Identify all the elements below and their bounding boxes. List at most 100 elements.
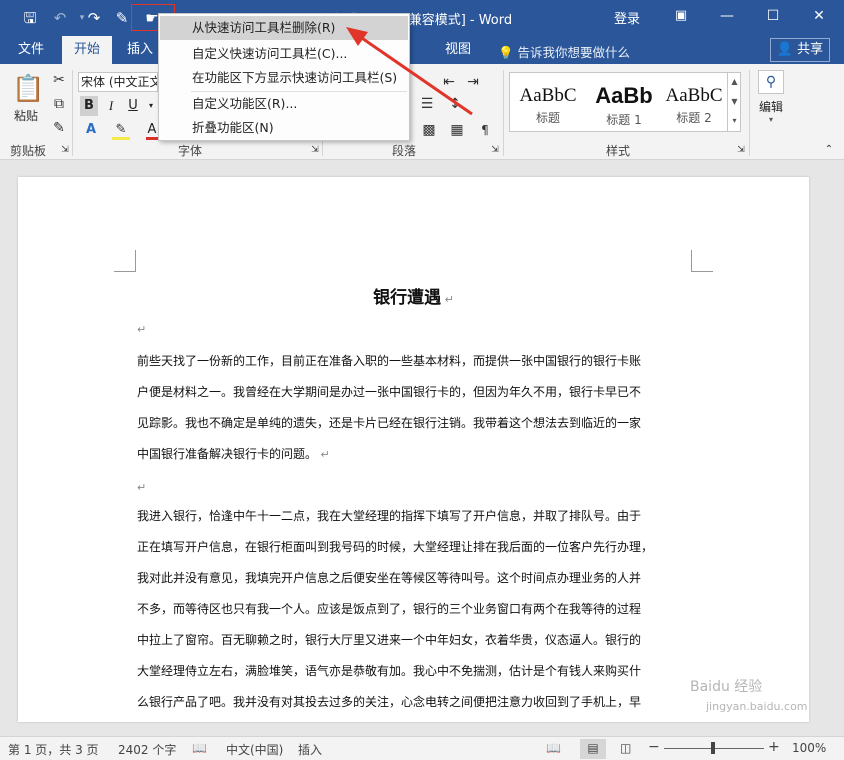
share-label: 共享: [797, 42, 824, 57]
zoom-slider-thumb[interactable]: [711, 742, 715, 754]
text-line-last: 中国银行准备解决银行卡的问题。 ↵: [137, 447, 330, 461]
styles-launcher-icon[interactable]: ⇲: [736, 144, 746, 156]
paragraph-launcher-icon[interactable]: ⇲: [490, 144, 500, 156]
minimize-button[interactable]: —: [704, 0, 750, 32]
person-icon: 👤: [776, 42, 798, 57]
style-heading-2[interactable]: AaBbC 标题 2: [656, 73, 732, 131]
style-sample: AaBbC: [519, 85, 577, 106]
paste-label[interactable]: 粘贴: [8, 106, 44, 126]
tab-file[interactable]: 文件: [8, 36, 54, 64]
lightbulb-icon: 💡: [498, 45, 518, 60]
text-line: 中拉上了窗帘。百无聊赖之时，银行大厅里又进来一个中年妇女，衣着华贵，仪态逼人。银…: [137, 633, 642, 647]
margin-corner-marker: [691, 250, 713, 272]
login-link[interactable]: 登录: [614, 8, 640, 27]
paragraph-2: 我进入银行，恰逢中午十一二点，我在大堂经理的指挥下填写了开户信息，并取了排队号。…: [137, 501, 692, 718]
close-button[interactable]: ✕: [796, 0, 842, 32]
text-line: 正在填写开户信息，在银行柜面叫到我号码的时候，大堂经理让排在我后面的一位客户先行…: [137, 540, 654, 554]
share-button[interactable]: 👤 共享: [770, 38, 830, 62]
collapse-ribbon-icon[interactable]: ⌃: [822, 144, 836, 156]
document-page[interactable]: 银行遭遇 ↵ ↵ 前些天找了一份新的工作，目前正在准备入职的一些基本材料，而提供…: [18, 177, 809, 722]
copy-icon[interactable]: ⧉: [50, 94, 68, 114]
style-name: 标题: [535, 111, 560, 125]
tell-me-box[interactable]: 💡 告诉我你想要做什么: [498, 42, 630, 61]
proofing-icon[interactable]: 📖: [192, 741, 207, 755]
vertical-scrollbar[interactable]: [831, 161, 844, 736]
insert-mode[interactable]: 插入: [298, 741, 322, 758]
editing-dropdown-icon: ▾: [768, 115, 773, 124]
group-styles-label: 样式: [606, 144, 631, 158]
text-line: 不多，而等待区也只有我一个人。应该是饭点到了，银行的三个业务窗口有两个在我等待的…: [137, 602, 642, 616]
paragraph-mark: ↵: [317, 448, 330, 461]
annotation-arrow: [346, 27, 473, 116]
group-clipboard-label: 剪贴板: [10, 144, 47, 158]
zoom-in-icon[interactable]: +: [768, 739, 780, 755]
style-sample: AaBb: [595, 83, 653, 108]
bold-button[interactable]: B: [80, 96, 98, 116]
paste-icon[interactable]: 📋: [12, 72, 44, 106]
status-bar: 第 1 页，共 3 页 2402 个字 📖 中文(中国) 插入 📖 ▤ ◫ − …: [0, 736, 844, 760]
shading-icon[interactable]: ▩: [418, 120, 440, 140]
document-area: 银行遭遇 ↵ ↵ 前些天找了一份新的工作，目前正在准备入职的一些基本材料，而提供…: [0, 161, 844, 736]
scroll-down-icon[interactable]: ▼: [728, 92, 741, 112]
style-name: 标题 2: [676, 111, 712, 125]
undo-icon[interactable]: ↶: [48, 6, 72, 30]
zoom-out-icon[interactable]: −: [648, 739, 660, 755]
read-mode-icon[interactable]: 📖: [546, 741, 561, 755]
more-styles-icon[interactable]: ▾: [728, 112, 741, 130]
margin-corner-marker: [114, 250, 136, 272]
group-separator: [503, 70, 504, 156]
show-marks-icon[interactable]: ¶: [474, 120, 496, 140]
borders-icon[interactable]: ▦: [446, 120, 468, 140]
maximize-button[interactable]: ☐: [750, 0, 796, 32]
editing-label: 编辑: [758, 100, 783, 114]
zoom-level[interactable]: 100%: [792, 741, 826, 755]
text-line: 大堂经理侍立左右，满脸堆笑，语气亦是恭敬有加。我心中不免揣测，估计是个有钱人来购…: [137, 664, 642, 678]
text-line: 我进入银行，恰逢中午十一二点，我在大堂经理的指挥下填写了开户信息，并取了排队号。…: [137, 509, 642, 523]
language-indicator[interactable]: 中文(中国): [226, 741, 283, 758]
paragraph-1: 前些天找了一份新的工作，目前正在准备入职的一些基本材料，而提供一张中国银行的银行…: [137, 346, 692, 470]
tab-insert[interactable]: 插入: [118, 36, 162, 64]
text-line: 么银行产品了吧。我并没有对其投去过多的关注，心念电转之间便把注意力收回到了手机上…: [137, 695, 642, 709]
redo-icon[interactable]: ↷: [82, 6, 106, 30]
scroll-up-icon[interactable]: ▲: [728, 72, 741, 92]
cut-icon[interactable]: ✂: [50, 70, 68, 90]
format-painter-ribbon-icon[interactable]: ✎: [50, 118, 68, 138]
page-count[interactable]: 第 1 页，共 3 页: [8, 741, 99, 758]
save-icon[interactable]: 🖫: [18, 6, 42, 30]
text-line: 见踪影。我也不确定是单纯的遗失，还是卡片已经在银行注销。我带着这个想法去到临近的…: [137, 416, 642, 430]
style-heading[interactable]: AaBbC 标题: [510, 73, 586, 131]
tab-home[interactable]: 开始: [62, 36, 112, 64]
font-color-icon[interactable]: A: [146, 120, 158, 140]
italic-button[interactable]: I: [102, 96, 120, 116]
find-icon: ⚲: [758, 70, 784, 94]
watermark-url: jingyan.baidu.com: [706, 700, 808, 713]
group-paragraph-label: 段落: [392, 144, 417, 158]
text-effects-icon[interactable]: A: [82, 120, 100, 140]
paragraph-mark: ↵: [441, 293, 454, 306]
font-launcher-icon[interactable]: ⇲: [310, 144, 320, 156]
group-font-label: 字体: [178, 144, 203, 158]
text-line: 我对此并没有意见，我填完开户信息之后便安坐在等候区等待叫号。这个时间点办理业务的…: [137, 571, 642, 585]
editing-button[interactable]: ⚲ 编辑 ▾: [756, 70, 786, 138]
paragraph-mark: ↵: [137, 481, 147, 494]
styles-gallery: AaBbC 标题 AaBb 标题 1 AaBbC 标题 2: [509, 72, 741, 132]
highlight-color-icon[interactable]: ✎: [112, 120, 130, 140]
clipboard-launcher-icon[interactable]: ⇲: [60, 144, 70, 156]
word-count[interactable]: 2402 个字: [118, 741, 176, 758]
web-layout-icon[interactable]: ◫: [620, 741, 631, 755]
style-sample: AaBbC: [665, 85, 723, 106]
style-heading-1[interactable]: AaBb 标题 1: [586, 73, 662, 131]
watermark-text: Baidu 经验: [690, 679, 763, 695]
document-title: 银行遭遇 ↵: [373, 288, 454, 308]
underline-button[interactable]: U: [124, 96, 142, 116]
paragraph-mark: ↵: [137, 323, 147, 336]
styles-scroll[interactable]: ▲ ▼ ▾: [727, 72, 741, 132]
tell-me-text: 告诉我你想要做什么: [517, 45, 631, 60]
ribbon-display-icon[interactable]: ▣: [658, 0, 704, 32]
print-layout-icon[interactable]: ▤: [580, 739, 606, 759]
group-separator: [72, 70, 73, 156]
text-line: 户便是材料之一。我曾经在大学期间是办过一张中国银行卡的，但因为年久不用，银行卡早…: [137, 385, 642, 399]
group-separator: [749, 70, 750, 156]
font-name-input[interactable]: 宋体 (中文正文: [78, 72, 158, 92]
text-line: 前些天找了一份新的工作，目前正在准备入职的一些基本材料，而提供一张中国银行的银行…: [137, 354, 642, 368]
